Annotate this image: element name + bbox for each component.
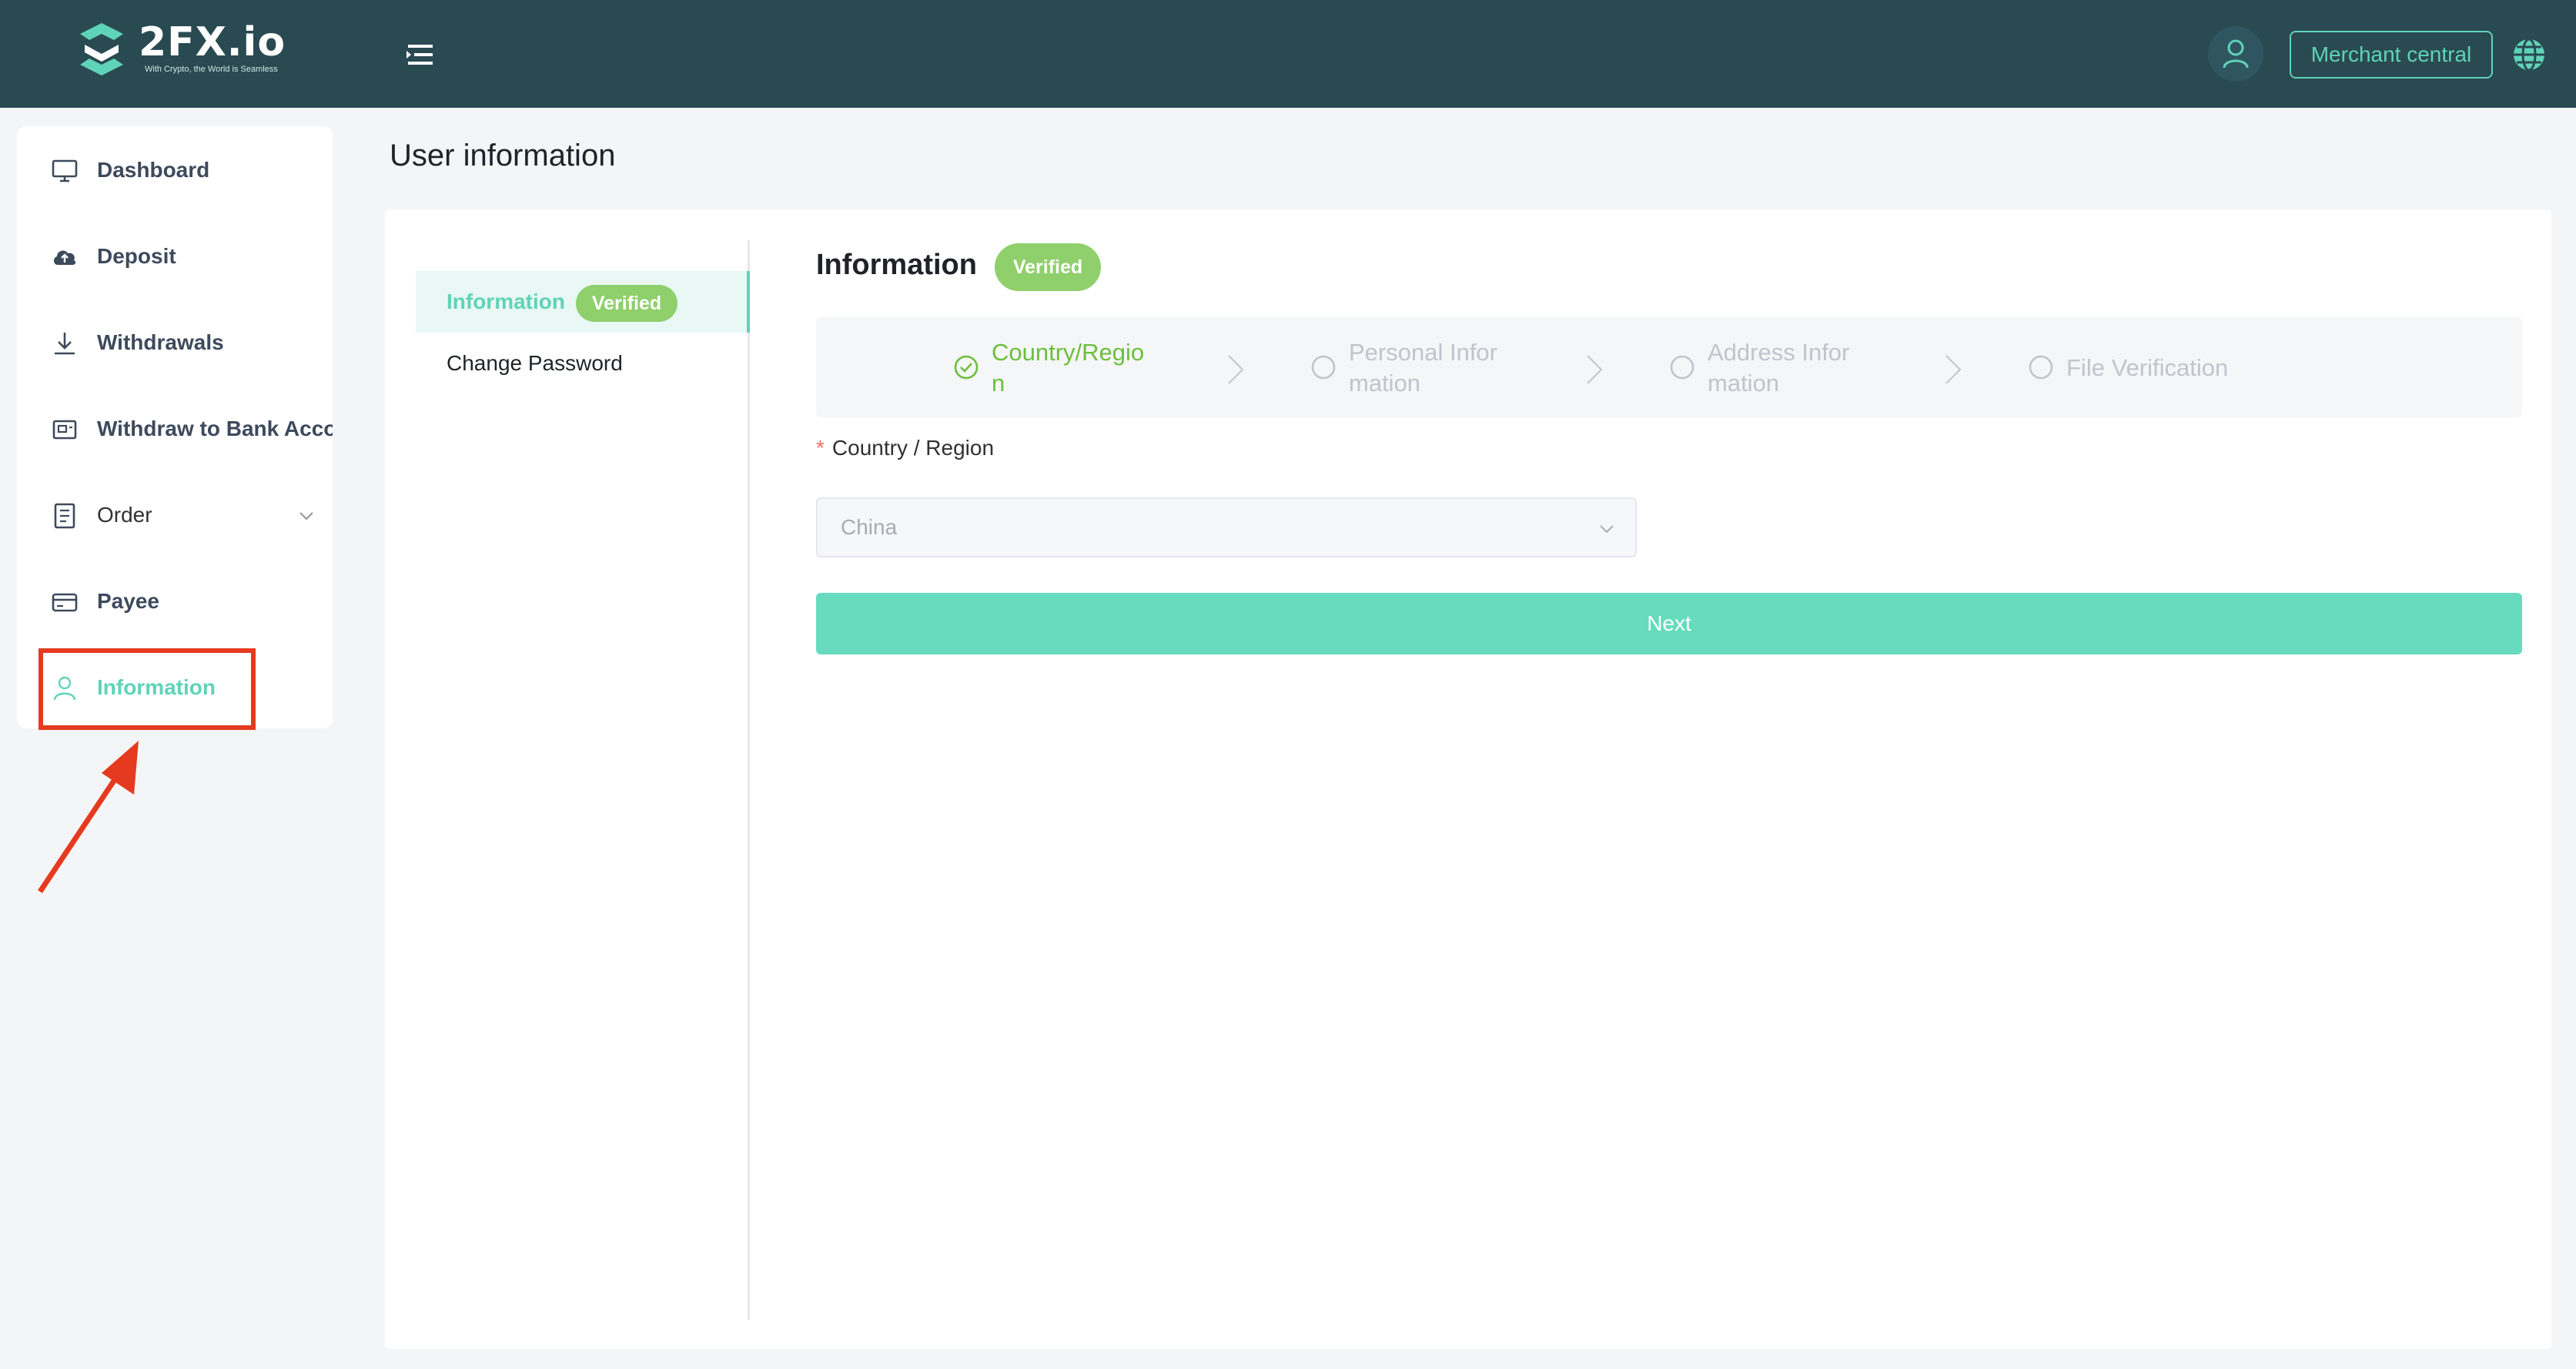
logo-mark-icon bbox=[80, 23, 123, 75]
country-region-label: * Country / Region bbox=[816, 433, 994, 464]
download-icon bbox=[55, 333, 75, 355]
sidebar-item-payee[interactable]: Payee bbox=[17, 567, 333, 636]
step-label-line-2: mation bbox=[1349, 370, 1421, 397]
sidebar-item-label: Withdraw to Bank Acco bbox=[97, 417, 333, 440]
circle-icon bbox=[2029, 355, 2053, 380]
menu-toggle-icon[interactable] bbox=[405, 42, 436, 68]
country-region-select[interactable]: China bbox=[816, 497, 1637, 557]
sidebar-item-withdrawals[interactable]: Withdrawals bbox=[17, 308, 333, 377]
cloud-upload-icon bbox=[53, 250, 76, 265]
step-label: File Verification bbox=[2066, 353, 2228, 383]
user-icon bbox=[2223, 39, 2249, 69]
top-header: 2FX.io With Crypto, the World is Seamles… bbox=[0, 0, 2576, 108]
subnav-item-label: Information bbox=[447, 290, 565, 313]
brand-name: 2FX.io bbox=[139, 19, 286, 65]
sidebar-item-label: Order bbox=[97, 503, 152, 527]
subnav-item-label: Change Password bbox=[447, 351, 623, 375]
check-circle-icon bbox=[954, 355, 979, 380]
step-label: Address Infor mation bbox=[1708, 337, 1849, 399]
sidebar-item-information[interactable]: Information bbox=[17, 653, 333, 722]
sidebar-item-deposit[interactable]: Deposit bbox=[17, 222, 333, 291]
chevron-right-icon bbox=[1945, 355, 1962, 384]
user-profile-button[interactable] bbox=[2208, 26, 2263, 82]
annotation-arrow-icon bbox=[38, 741, 139, 893]
chevron-right-icon bbox=[1228, 355, 1244, 384]
monitor-icon bbox=[52, 159, 78, 182]
country-region-value: China bbox=[841, 515, 898, 539]
user-icon bbox=[53, 676, 76, 701]
step-label-line-1: Personal Infor bbox=[1349, 339, 1497, 366]
page-title: User information bbox=[390, 139, 616, 172]
globe-icon[interactable] bbox=[2511, 37, 2547, 72]
document-list-icon bbox=[54, 503, 75, 529]
chevron-down-icon bbox=[1600, 525, 1614, 534]
sidebar-item-dashboard[interactable]: Dashboard bbox=[17, 136, 333, 205]
chevron-down-icon[interactable] bbox=[297, 507, 316, 525]
step-label-line-1: Address Infor bbox=[1708, 339, 1850, 366]
subnav-item-change-password[interactable]: Change Password bbox=[416, 333, 750, 394]
sidebar-item-withdraw-to-bank[interactable]: Withdraw to Bank Acco bbox=[17, 394, 333, 464]
information-heading: Information bbox=[816, 249, 977, 281]
sidebar-item-label: Dashboard bbox=[97, 158, 210, 182]
user-info-card: Information Verified Change Password Inf… bbox=[385, 209, 2551, 1349]
verified-badge: Verified bbox=[576, 285, 677, 322]
subnav-item-information[interactable]: Information Verified bbox=[416, 271, 750, 333]
step-label-line-2: mation bbox=[1708, 370, 1780, 397]
required-mark: * bbox=[816, 436, 825, 460]
sidebar-item-label: Withdrawals bbox=[97, 330, 224, 354]
sidebar-item-label: Deposit bbox=[97, 244, 176, 268]
user-info-subnav: Information Verified Change Password bbox=[416, 240, 750, 1320]
country-region-label-text: Country / Region bbox=[831, 436, 995, 460]
sidebar-item-label: Payee bbox=[97, 589, 159, 613]
sidebar: Dashboard Deposit Withdrawals Withdraw t… bbox=[17, 126, 333, 728]
credit-card-icon bbox=[52, 593, 78, 612]
step-label: Country/Regio n bbox=[992, 337, 1144, 399]
step-label: Personal Infor mation bbox=[1349, 337, 1497, 399]
circle-icon bbox=[1670, 355, 1694, 380]
brand-logo[interactable]: 2FX.io With Crypto, the World is Seamles… bbox=[71, 18, 302, 80]
verified-status-badge: Verified bbox=[995, 243, 1101, 291]
step-label-line-2: n bbox=[992, 370, 1005, 397]
sidebar-item-label: Information bbox=[97, 675, 216, 699]
step-label-line-1: File Verification bbox=[2066, 354, 2229, 381]
next-button[interactable]: Next bbox=[816, 593, 2522, 654]
step-label-line-1: Country/Regio bbox=[992, 339, 1145, 366]
merchant-central-button[interactable]: Merchant central bbox=[2290, 31, 2493, 79]
chevron-right-icon bbox=[1587, 355, 1603, 384]
verification-steps: Country/Regio n Personal Infor mation Ad… bbox=[816, 317, 2522, 417]
brand-tagline: With Crypto, the World is Seamless bbox=[145, 65, 278, 74]
circle-icon bbox=[1311, 355, 1336, 380]
sidebar-item-order[interactable]: Order bbox=[17, 480, 333, 550]
bank-card-icon bbox=[52, 420, 77, 440]
